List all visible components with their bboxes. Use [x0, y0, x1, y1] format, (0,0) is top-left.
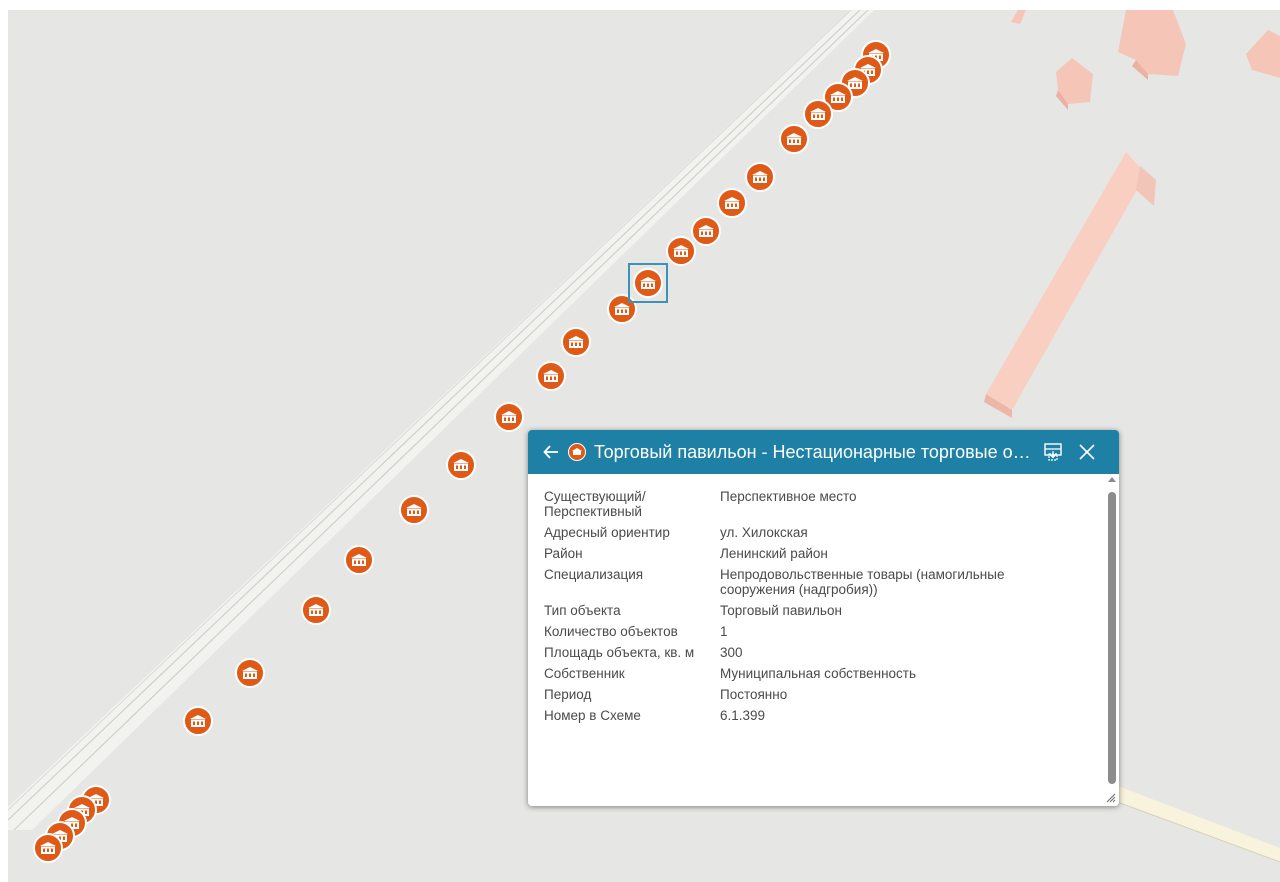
attribute-row: Количество объектов 1: [538, 621, 1076, 642]
pavilion-icon: [501, 410, 517, 423]
pavilion-icon: [568, 443, 586, 461]
popup-title: Торговый павильон - Нестационарные торго…: [594, 441, 1039, 462]
close-button[interactable]: [1075, 430, 1099, 474]
building: [1056, 58, 1093, 110]
attribute-table: Существующий/ Перспективный Перспективное…: [538, 486, 1076, 726]
map-marker[interactable]: [235, 658, 265, 688]
dock-button[interactable]: [1041, 430, 1065, 474]
resize-handle-icon[interactable]: [1104, 791, 1116, 803]
attribute-row: Тип объекта Торговый павильон: [538, 600, 1076, 621]
map-marker[interactable]: [803, 99, 833, 129]
pavilion-icon: [453, 458, 469, 471]
map-marker[interactable]: [536, 361, 566, 391]
building: [984, 152, 1156, 418]
map-marker[interactable]: [691, 216, 721, 246]
attribute-key: Количество объектов: [544, 624, 678, 639]
attribute-key: Период: [544, 687, 592, 702]
attribute-value: Перспективное место: [720, 489, 857, 504]
pavilion-icon: [614, 302, 630, 315]
pavilion-icon: [40, 841, 56, 854]
attribute-key: Площадь объекта, кв. м: [544, 645, 695, 660]
popup-scrollbar[interactable]: [1105, 474, 1119, 804]
attribute-key: Существующий/ Перспективный: [544, 489, 646, 519]
building: [1118, 10, 1186, 80]
pavilion-icon: [568, 335, 584, 348]
attribute-value: 300: [720, 645, 743, 660]
pavilion-icon: [242, 666, 258, 679]
attribute-value: Муниципальная собственность: [720, 666, 917, 681]
attribute-key: Адресный ориентир: [544, 525, 670, 540]
pavilion-icon: [810, 107, 826, 120]
building: [1246, 30, 1280, 78]
map-marker[interactable]: [494, 402, 524, 432]
road: [1112, 786, 1280, 862]
back-button[interactable]: [540, 430, 562, 474]
pavilion-icon: [190, 714, 206, 727]
pavilion-icon: [752, 170, 768, 183]
attribute-key: Номер в Схеме: [544, 708, 641, 723]
building: [1011, 10, 1026, 24]
attribute-row: Существующий/ Перспективный Перспективное…: [538, 486, 1076, 522]
attribute-row: Номер в Схеме 6.1.399: [538, 705, 1076, 726]
map-marker[interactable]: [33, 833, 63, 863]
attribute-row: Площадь объекта, кв. м 300: [538, 642, 1076, 663]
pavilion-icon: [698, 224, 714, 237]
pavilion-icon: [543, 369, 559, 382]
map-marker[interactable]: [666, 236, 696, 266]
attribute-key: Специализация: [544, 567, 644, 582]
pavilion-icon: [673, 244, 689, 257]
map-marker[interactable]: [779, 124, 809, 154]
map-marker[interactable]: [745, 162, 775, 192]
pavilion-icon: [406, 503, 422, 516]
popup-header: Торговый павильон - Нестационарные торго…: [528, 430, 1119, 474]
attribute-value: 1: [720, 624, 728, 639]
scroll-up-arrow[interactable]: [1108, 477, 1116, 482]
dock-icon: [1044, 443, 1062, 461]
attribute-row: Период Постоянно: [538, 684, 1076, 705]
attribute-key: Район: [544, 546, 583, 561]
attribute-key: Тип объекта: [544, 603, 621, 618]
attribute-row: Адресный ориентир ул. Хилокская: [538, 522, 1076, 543]
map-marker[interactable]: [344, 545, 374, 575]
feature-popup: Торговый павильон - Нестационарные торго…: [528, 430, 1119, 806]
map-marker[interactable]: [717, 188, 747, 218]
pavilion-icon: [724, 196, 740, 209]
attribute-value: 6.1.399: [720, 708, 766, 723]
attribute-value: Постоянно: [720, 687, 788, 702]
map-marker[interactable]: [301, 595, 331, 625]
attribute-key: Собственник: [544, 666, 625, 681]
attribute-value: Непродовольственные товары (намогильные …: [720, 567, 1005, 597]
attribute-value: Ленинский район: [720, 546, 828, 561]
map-marker[interactable]: [399, 495, 429, 525]
map-marker[interactable]: [183, 706, 213, 736]
scroll-thumb[interactable]: [1108, 492, 1116, 784]
close-icon: [1079, 444, 1095, 460]
arrow-left-icon: [543, 445, 558, 459]
attribute-row: Район Ленинский район: [538, 543, 1076, 564]
pavilion-icon: [351, 553, 367, 566]
pavilion-icon: [786, 132, 802, 145]
attribute-row: Специализация Непродовольственные товары …: [538, 564, 1076, 600]
map-marker[interactable]: [446, 450, 476, 480]
attribute-value: ул. Хилокская: [720, 525, 808, 540]
selection-highlight: [628, 263, 668, 303]
popup-body: Существующий/ Перспективный Перспективное…: [528, 474, 1105, 804]
pavilion-icon: [308, 603, 324, 616]
attribute-row: Собственник Муниципальная собственность: [538, 663, 1076, 684]
pavilion-icon: [830, 90, 846, 103]
attribute-value: Торговый павильон: [720, 603, 842, 618]
map-marker[interactable]: [561, 327, 591, 357]
